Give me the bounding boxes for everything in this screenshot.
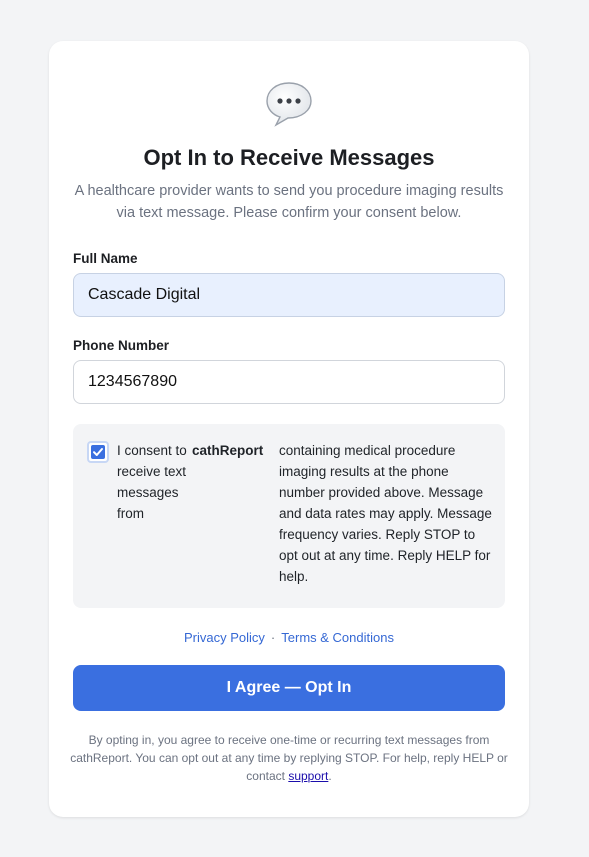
consent-checkbox[interactable] (87, 441, 109, 463)
privacy-policy-link[interactable]: Privacy Policy (184, 630, 265, 645)
consent-box: I consent to receive text messages from … (73, 424, 505, 608)
opt-in-button[interactable]: I Agree — Opt In (73, 665, 505, 711)
support-link[interactable]: support (288, 769, 328, 783)
consent-text-start: I consent to receive text messages from (117, 443, 187, 521)
terms-link[interactable]: Terms & Conditions (281, 630, 394, 645)
consent-brand: cathReport (192, 443, 264, 458)
page-title: Opt In to Receive Messages (143, 145, 435, 170)
footer-disclaimer: By opting in, you agree to receive one-t… (69, 731, 509, 785)
speech-bubble-icon (266, 82, 312, 127)
link-separator: · (270, 630, 276, 645)
consent-text-end: containing medical procedure imaging res… (279, 443, 492, 584)
footer-end: . (328, 769, 332, 783)
opt-in-card: Opt In to Receive Messages A healthcare … (49, 41, 529, 817)
full-name-label: Full Name (73, 251, 138, 266)
page-subtitle: A healthcare provider wants to send you … (74, 183, 504, 221)
full-name-input[interactable] (73, 273, 505, 317)
policy-links: Privacy Policy · Terms & Conditions (49, 630, 529, 645)
phone-number-label: Phone Number (73, 338, 170, 353)
phone-number-input[interactable] (73, 360, 505, 404)
checkmark-icon (93, 448, 103, 456)
